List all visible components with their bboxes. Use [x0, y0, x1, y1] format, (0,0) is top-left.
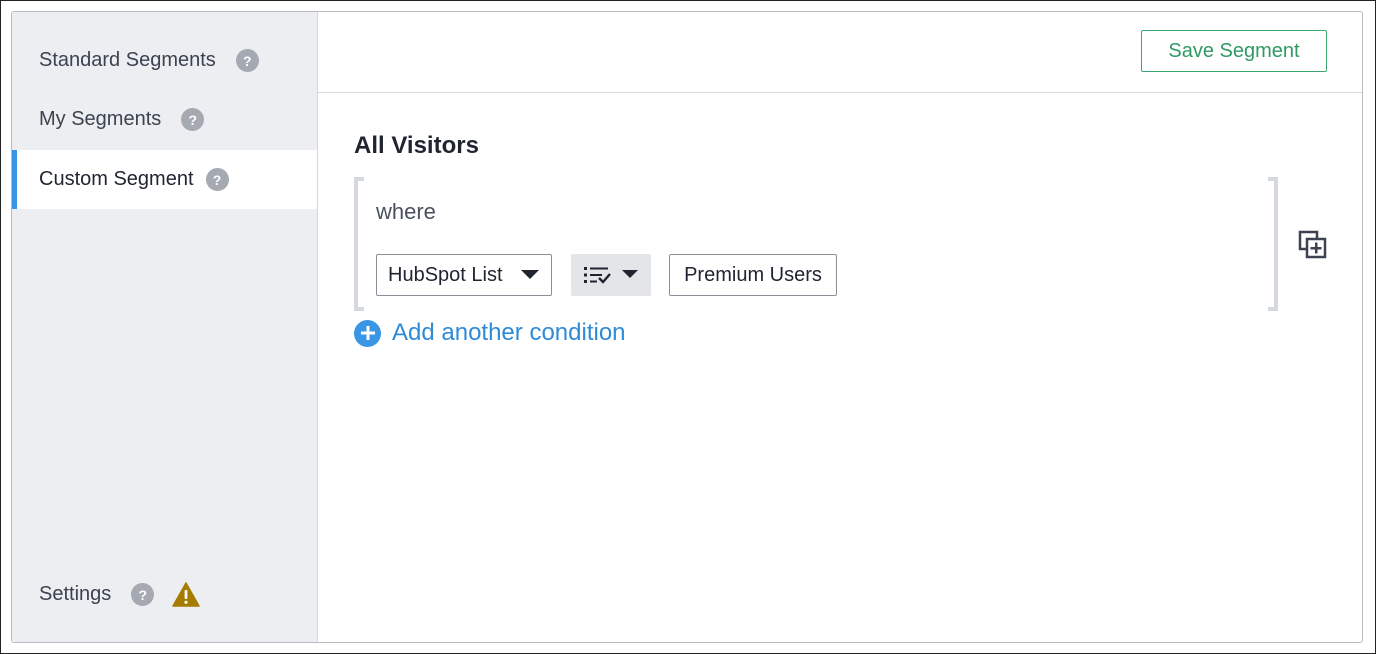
add-condition-button[interactable]: Add another condition	[354, 319, 626, 347]
sidebar-item-label: Custom Segment	[39, 168, 194, 190]
caret-down-icon	[622, 270, 638, 278]
main-content: Save Segment All Visitors where HubSpot …	[318, 12, 1362, 642]
save-segment-button[interactable]: Save Segment	[1141, 30, 1327, 72]
bracket-left	[354, 177, 364, 311]
operator-dropdown[interactable]	[571, 254, 651, 296]
sidebar-item-label: My Segments	[39, 108, 162, 130]
value-field[interactable]: Premium Users	[669, 254, 837, 296]
warning-triangle-icon	[172, 582, 201, 607]
help-icon[interactable]: ?	[235, 49, 259, 72]
field-dropdown[interactable]: HubSpot List	[376, 254, 552, 296]
bracket-right	[1268, 177, 1278, 311]
where-label: where	[376, 199, 436, 224]
sidebar-item-settings[interactable]: Settings ?	[12, 565, 317, 624]
help-icon[interactable]: ?	[131, 583, 155, 606]
condition-group: where HubSpot List Premium Users	[354, 177, 1278, 311]
segment-panel: Standard Segments ? My Segments ? Custom…	[11, 11, 1363, 643]
help-icon[interactable]: ?	[181, 108, 205, 131]
sidebar-item-custom-segment[interactable]: Custom Segment ?	[12, 150, 317, 209]
add-condition-label: Add another condition	[392, 319, 626, 346]
sidebar-item-label: Standard Segments	[39, 49, 216, 71]
help-icon[interactable]: ?	[205, 168, 229, 191]
plus-circle-icon	[354, 319, 381, 347]
sidebar-item-label: Settings	[39, 583, 112, 605]
sidebar-item-standard-segments[interactable]: Standard Segments ?	[12, 31, 317, 90]
segment-title: All Visitors	[354, 132, 479, 159]
list-check-icon	[583, 265, 613, 290]
duplicate-icon[interactable]	[1298, 230, 1328, 265]
caret-down-icon	[521, 270, 539, 279]
sidebar: Standard Segments ? My Segments ? Custom…	[12, 12, 318, 642]
toolbar: Save Segment	[318, 12, 1362, 93]
value-field-text: Premium Users	[684, 263, 822, 286]
sidebar-item-my-segments[interactable]: My Segments ?	[12, 90, 317, 149]
field-dropdown-value: HubSpot List	[388, 263, 503, 286]
